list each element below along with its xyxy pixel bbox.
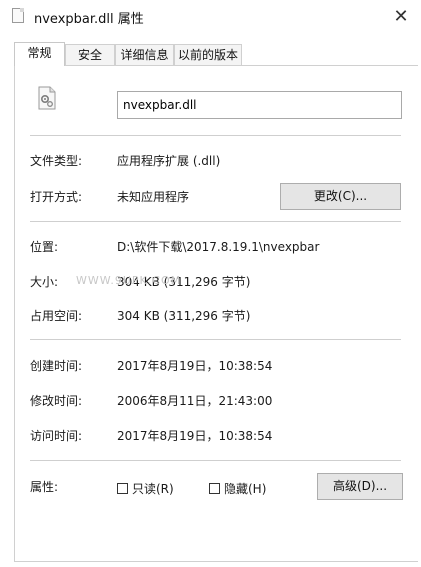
hidden-checkbox[interactable]: 隐藏(H) bbox=[209, 480, 266, 497]
tab-details[interactable]: 详细信息 bbox=[115, 44, 174, 65]
tab-security[interactable]: 安全 bbox=[65, 44, 115, 65]
file-type-label: 文件类型: bbox=[30, 154, 83, 168]
size-on-disk-value: 304 KB (311,296 字节) bbox=[117, 309, 251, 323]
readonly-checkbox[interactable]: 只读(R) bbox=[117, 480, 174, 497]
opens-with-value: 未知应用程序 bbox=[117, 190, 190, 204]
title-bar: nvexpbar.dll 属性 ✕ bbox=[0, 0, 421, 34]
attributes-label: 属性: bbox=[30, 480, 59, 494]
size-on-disk-label: 占用空间: bbox=[30, 309, 83, 323]
location-value[interactable]: D:\软件下载\2017.8.19.1\nvexpbar bbox=[117, 238, 319, 255]
file-type-value: 应用程序扩展 (.dll) bbox=[117, 154, 221, 168]
accessed-label: 访问时间: bbox=[30, 429, 83, 443]
modified-label: 修改时间: bbox=[30, 394, 83, 408]
file-name-field[interactable]: nvexpbar.dll bbox=[117, 91, 402, 119]
document-icon bbox=[12, 8, 24, 23]
opens-with-label: 打开方式: bbox=[30, 190, 83, 204]
close-icon[interactable]: ✕ bbox=[387, 2, 415, 30]
watermark-text: WWW.9UPK.COM bbox=[76, 274, 182, 287]
separator bbox=[30, 339, 401, 340]
hidden-label: 隐藏(H) bbox=[224, 482, 267, 496]
tab-previous-versions[interactable]: 以前的版本 bbox=[174, 44, 242, 65]
size-label: 大小: bbox=[30, 275, 59, 289]
separator bbox=[30, 460, 401, 461]
accessed-value: 2017年8月19日，10:38:54 bbox=[117, 429, 273, 443]
readonly-label: 只读(R) bbox=[132, 482, 174, 496]
checkbox-box[interactable] bbox=[209, 483, 220, 494]
location-label: 位置: bbox=[30, 240, 59, 254]
dll-gear-icon bbox=[38, 86, 56, 110]
separator bbox=[30, 135, 401, 136]
tab-general[interactable]: 常规 bbox=[14, 42, 65, 66]
advanced-button[interactable]: 高级(D)... bbox=[317, 473, 403, 500]
modified-value: 2006年8月11日，21:43:00 bbox=[117, 394, 273, 408]
window-title: nvexpbar.dll 属性 bbox=[34, 12, 144, 27]
separator bbox=[30, 221, 401, 222]
checkbox-box[interactable] bbox=[117, 483, 128, 494]
created-value: 2017年8月19日，10:38:54 bbox=[117, 359, 273, 373]
created-label: 创建时间: bbox=[30, 359, 83, 373]
change-button[interactable]: 更改(C)... bbox=[280, 183, 401, 210]
